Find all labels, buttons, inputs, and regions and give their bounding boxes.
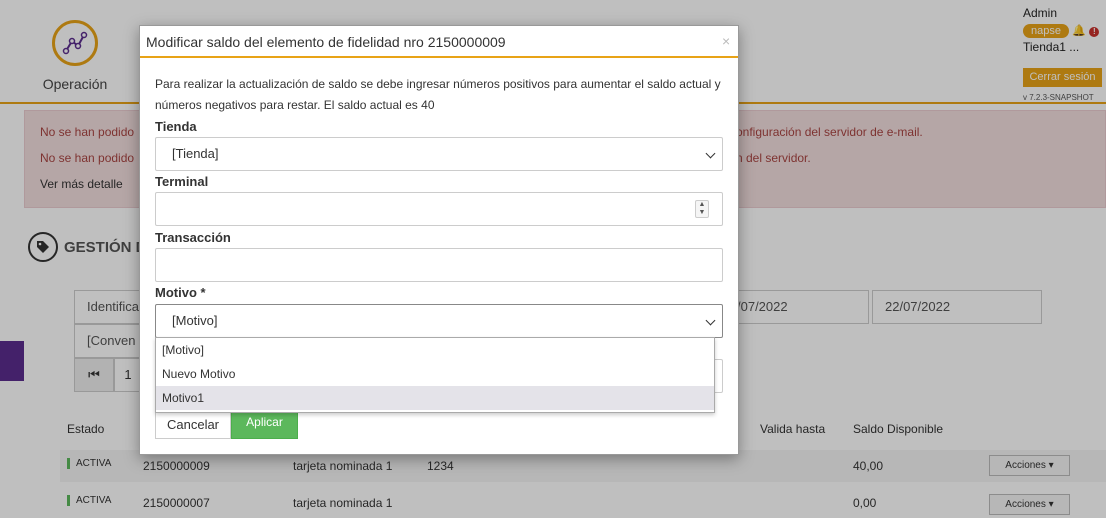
apply-button[interactable]: Aplicar [231,411,298,439]
transaccion-label: Transacción [155,230,231,245]
tienda-label: Tienda [155,119,197,134]
motivo-label: Motivo * [155,285,206,300]
motivo-select[interactable]: [Motivo] [155,304,723,338]
motivo-dropdown: [Motivo] Nuevo Motivo Motivo1 [155,337,715,413]
transaccion-input[interactable] [155,248,723,282]
motivo-value: [Motivo] [172,313,218,328]
motivo-label-text: Motivo * [155,285,206,300]
chevron-down-icon [705,315,716,326]
terminal-label: Terminal [155,174,209,189]
motivo-option-selected[interactable]: Motivo1 [156,386,714,410]
tienda-select[interactable]: [Tienda] [155,137,723,171]
dialog-title: Modificar saldo del elemento de fidelida… [146,34,506,50]
dialog-description: Para realizar la actualización de saldo … [155,77,721,112]
close-icon[interactable]: × [722,33,730,49]
motivo-option[interactable]: Nuevo Motivo [156,362,714,386]
tienda-value: [Tienda] [172,146,219,161]
chevron-down-icon [705,148,716,159]
modify-balance-dialog: Modificar saldo del elemento de fidelida… [139,25,739,455]
dialog-header: Modificar saldo del elemento de fidelida… [140,26,738,58]
motivo-option[interactable]: [Motivo] [156,338,714,362]
spinner-icon[interactable]: ▲ ▼ [695,200,709,218]
cancel-button[interactable]: Cancelar [155,411,231,439]
terminal-input[interactable]: ▲ ▼ [155,192,723,226]
